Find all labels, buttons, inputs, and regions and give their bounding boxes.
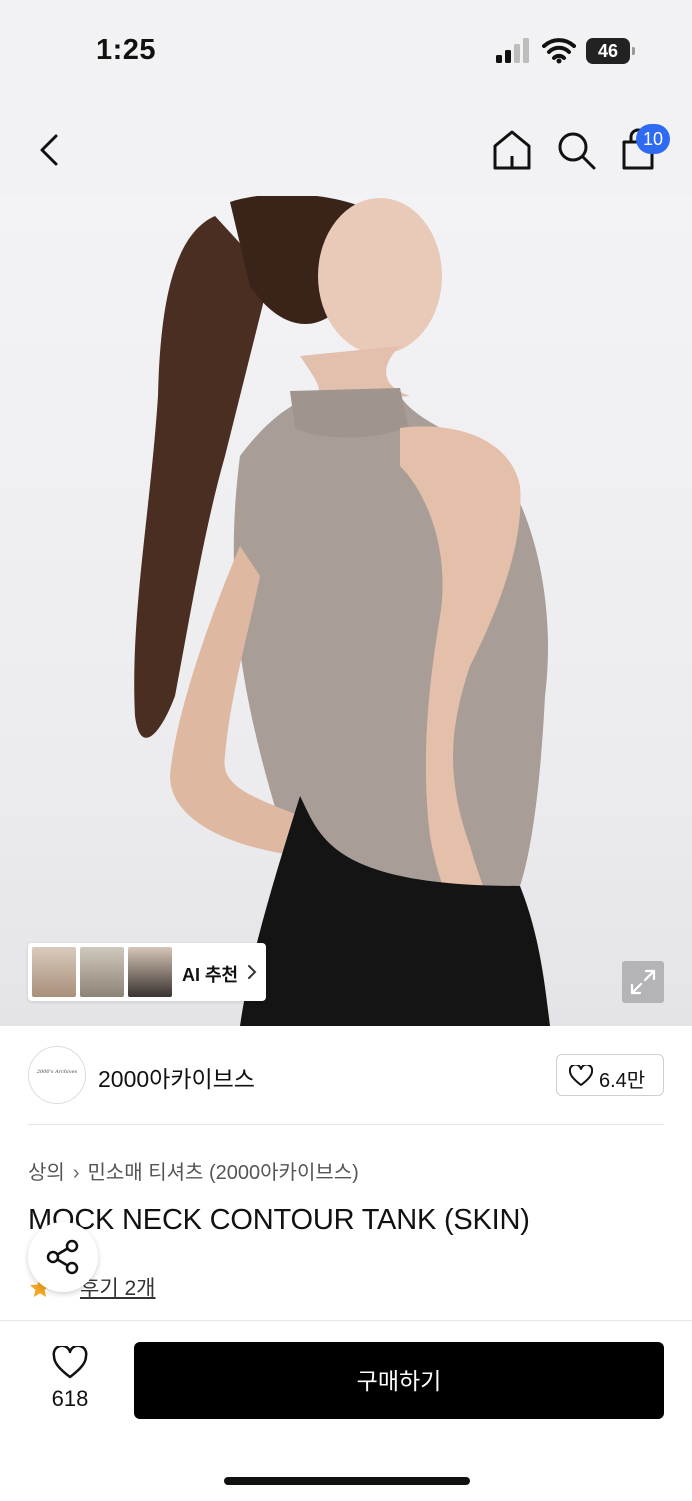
cart-count-badge: 10 [636, 124, 670, 154]
recommend-thumbnail[interactable] [80, 947, 124, 997]
brand-logo[interactable]: 2000's Archives [28, 1046, 86, 1104]
home-icon[interactable] [490, 128, 534, 172]
cellular-signal-icon [496, 38, 529, 63]
ai-recommend-label: AI 추천 [182, 965, 239, 985]
breadcrumb: 상의 › 민소매 티셔츠 (2000아카이브스) [28, 1156, 359, 1185]
product-photo [134, 196, 550, 1026]
back-arrow-icon[interactable] [30, 130, 70, 170]
home-indicator[interactable] [224, 1477, 470, 1485]
recommend-thumbnail[interactable] [128, 947, 172, 997]
wishlist-heart-icon[interactable] [52, 1346, 88, 1380]
share-icon [46, 1239, 79, 1275]
brand-like-button[interactable]: 6.4만 [556, 1054, 664, 1096]
heart-icon [569, 1065, 593, 1086]
product-image[interactable] [0, 196, 692, 1026]
battery-icon: 46 [586, 38, 636, 64]
brand-like-count: 6.4만 [599, 1070, 646, 1092]
ai-recommend-strip[interactable]: AI 추천 [28, 943, 266, 1001]
expand-icon [630, 969, 656, 995]
brand-name[interactable]: 2000아카이브스 [98, 1060, 255, 1094]
breadcrumb-subcategory[interactable]: 민소매 티셔츠 (2000아카이브스) [87, 1162, 358, 1184]
fullscreen-expand-button[interactable] [622, 961, 664, 1003]
brand-row[interactable]: 2000's Archives 2000아카이브스 6.4만 [0, 1026, 692, 1124]
status-bar: 1:25 46 [0, 0, 692, 100]
wifi-icon [542, 38, 576, 64]
divider [28, 1124, 664, 1125]
product-title: MOCK NECK CONTOUR TANK (SKIN) [28, 1204, 530, 1236]
search-icon[interactable] [554, 128, 598, 172]
wishlist-count: 618 [51, 1386, 89, 1411]
buy-button[interactable]: 구매하기 [134, 1342, 664, 1419]
chevron-right-icon: › [72, 1162, 80, 1184]
top-nav-bar [0, 100, 692, 196]
chevron-right-icon [248, 965, 257, 979]
share-button[interactable] [28, 1222, 98, 1292]
breadcrumb-category[interactable]: 상의 [28, 1162, 65, 1184]
battery-level: 46 [586, 38, 630, 64]
recommend-thumbnail[interactable] [32, 947, 76, 997]
status-time: 1:25 [96, 34, 157, 66]
